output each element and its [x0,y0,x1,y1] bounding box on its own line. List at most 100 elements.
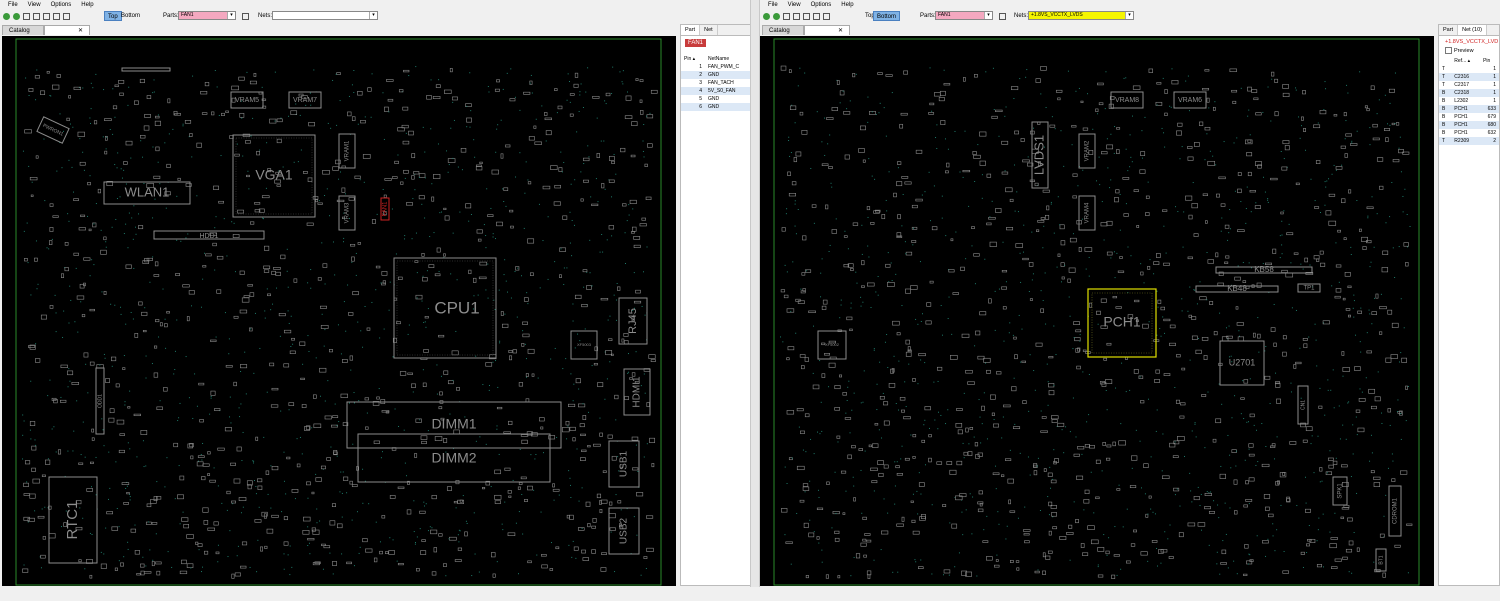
mirror-icon[interactable] [63,13,70,20]
chevron-down-icon[interactable]: ▾ [1125,12,1133,19]
tab-catalog[interactable]: Catalog [762,25,804,35]
clear-parts-icon[interactable] [242,13,249,20]
fit-icon[interactable] [33,13,40,20]
tab-part[interactable]: Part [681,25,701,35]
pad [1201,394,1207,397]
table-row[interactable]: T1 [1439,65,1499,73]
table-row[interactable]: 6 GND [681,103,750,111]
chevron-down-icon[interactable]: ▾ [369,12,377,19]
table-row[interactable]: 1 FAN_PWM_C [681,63,750,71]
rotate-left-icon[interactable] [763,13,770,20]
via-dot [1267,538,1269,540]
via-dot [562,368,564,370]
flip-icon[interactable] [813,13,820,20]
board-svg[interactable]: WLAN1VGA1HDD1VRAM5 VRAM7VRAM1VRAM3 FAN1CPU… [2,36,676,586]
menu-help[interactable]: Help [841,2,853,8]
zoom-in-icon[interactable] [23,13,30,20]
via-dot [34,510,36,512]
via-dot [296,438,298,440]
menu-view[interactable]: View [788,2,801,8]
fit-icon[interactable] [793,13,800,20]
via-dot [563,267,565,269]
via-dot [1400,413,1402,415]
pad [1074,337,1081,342]
menu-options[interactable]: Options [51,2,72,8]
menu-view[interactable]: View [28,2,41,8]
via-dot [419,528,421,530]
ref-column-header[interactable]: Ref... ▴ [1451,57,1480,65]
close-icon[interactable]: ✕ [838,28,843,34]
menu-options[interactable]: Options [811,2,832,8]
table-row[interactable]: B PCH1 632 [1439,129,1499,137]
parts-combo[interactable]: FAN1 ▾ [178,11,236,20]
pad [210,390,216,396]
table-row[interactable]: T C2317 1 [1439,81,1499,89]
zoom-in-icon[interactable] [783,13,790,20]
close-icon[interactable]: ✕ [78,28,83,34]
via-dot [1242,261,1244,263]
via-dot [846,399,848,401]
via-dot [945,423,947,425]
via-dot [116,508,118,510]
menu-file[interactable]: File [8,2,18,8]
rotate-right-icon[interactable] [13,13,20,20]
zoom-out-icon[interactable] [803,13,810,20]
via-dot [1078,87,1080,89]
table-row[interactable]: T C2316 1 [1439,73,1499,81]
rotate-left-icon[interactable] [3,13,10,20]
side-bottom-button[interactable]: Bottom [118,11,143,21]
pad [273,267,281,270]
via-dot [326,188,328,190]
board-canvas[interactable]: WLAN1 VGA1 HDD1 VRAM5 VRAM7 VRAM1 VRAM3 FAN1 CPU… [2,36,676,586]
mirror-icon[interactable] [823,13,830,20]
flip-icon[interactable] [53,13,60,20]
parts-combo[interactable]: FAN1 ▾ [935,11,993,20]
nets-combo[interactable]: ▾ [272,11,378,20]
rotate-right-icon[interactable] [773,13,780,20]
pad [507,532,516,537]
chevron-down-icon[interactable]: ▾ [227,12,235,19]
nets-combo[interactable]: +1.8VS_VCCTX_LVDS ▾ [1028,11,1134,20]
tab-catalog[interactable]: Catalog [2,25,44,35]
preview-checkbox[interactable] [1445,47,1452,54]
table-row[interactable]: 3 FAN_TACH [681,79,750,87]
side-bottom-button[interactable]: Bottom [873,11,901,21]
pad [46,71,50,74]
pin-column-header[interactable]: Pin [1480,57,1499,65]
side-column-header[interactable] [1439,57,1451,65]
board-svg[interactable]: LVDS1VRAM8 VRAM6VRAM2VRAM4PCH1U2701KB58KB… [760,36,1434,586]
menu-help[interactable]: Help [81,2,93,8]
pad [507,490,512,494]
pad [78,227,86,231]
table-row[interactable]: B PCH1 680 [1439,121,1499,129]
tab-board[interactable]: ✕ [804,25,850,35]
netname-column-header[interactable]: NetName [705,55,750,63]
table-row[interactable]: T R2309 2 [1439,137,1499,145]
via-dot [568,544,570,546]
table-row[interactable]: B L2302 1 [1439,97,1499,105]
table-row[interactable]: 5 GND [681,95,750,103]
table-row[interactable]: B PCH1 679 [1439,113,1499,121]
clear-parts-icon[interactable] [999,13,1006,20]
chevron-down-icon[interactable]: ▾ [984,12,992,19]
tab-board[interactable]: ✕ [44,25,90,35]
pad [237,209,244,214]
table-row[interactable]: B C2318 1 [1439,89,1499,97]
table-row[interactable]: 4 5V_S0_FAN [681,87,750,95]
tab-net[interactable]: Net (10) [1458,25,1487,35]
table-row[interactable]: B PCH1 633 [1439,105,1499,113]
pin-column-header[interactable]: Pin ▴ [681,55,705,63]
menu-file[interactable]: File [768,2,778,8]
zoom-out-icon[interactable] [43,13,50,20]
pad [1060,240,1066,246]
pad [154,261,159,267]
via-dot [259,149,261,151]
tab-net[interactable]: Net [700,25,718,35]
tab-part[interactable]: Part [1439,25,1459,35]
board-canvas[interactable]: LVDS1 VRAM8 VRAM6 VRAM2 VRAM4 PCH1 U2701 KB58 KB… [760,36,1434,586]
via-dot [541,105,543,107]
table-row[interactable]: 2 GND [681,71,750,79]
pad [320,325,329,329]
pin-cell: 1 [1493,98,1496,104]
pad [1243,504,1248,508]
